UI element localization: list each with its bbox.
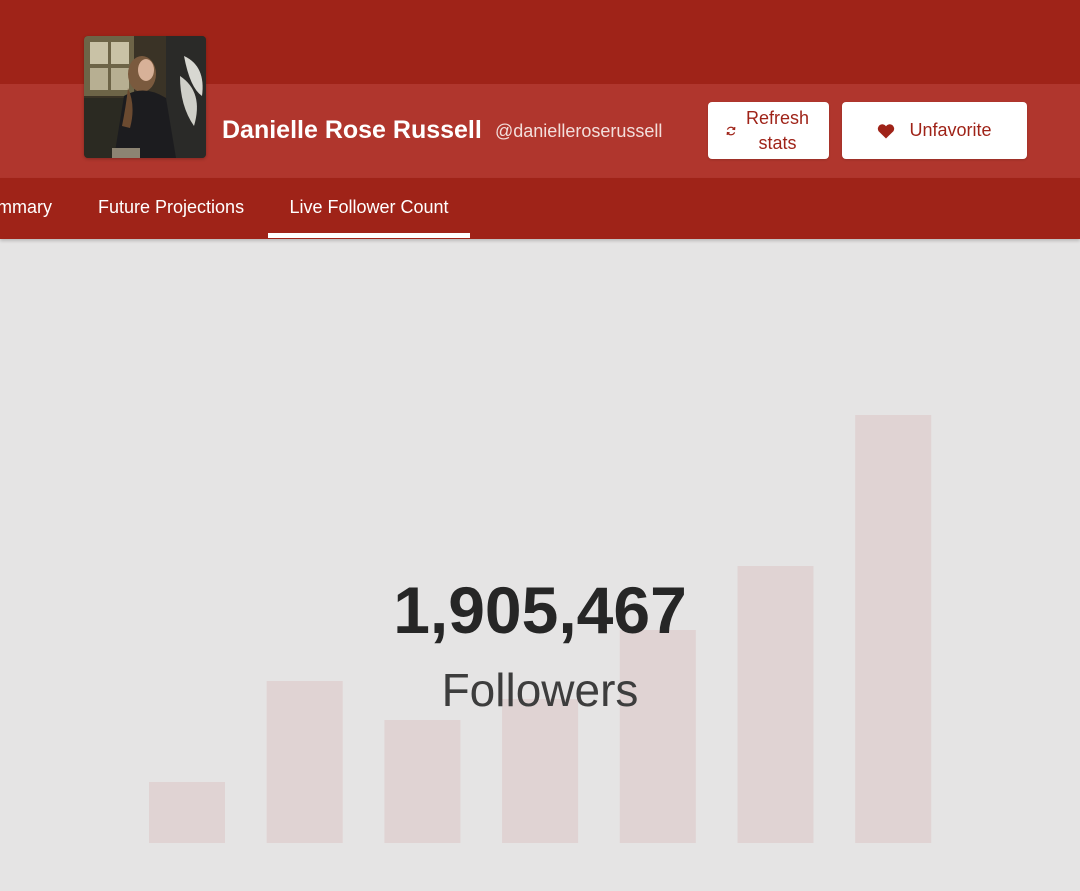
refresh-icon [726, 126, 735, 135]
follower-bars-chart [149, 415, 932, 843]
tab-summary[interactable]: Summary [0, 178, 52, 239]
chart-bar [502, 699, 579, 843]
chart-bar [384, 720, 461, 843]
unfavorite-label: Unfavorite [909, 120, 992, 140]
unfavorite-button[interactable]: Unfavorite [842, 102, 1027, 159]
followers-label: Followers [441, 664, 639, 716]
profile-handle: @danielleroserussell [495, 121, 663, 141]
tab-bar: Summary Future Projections Live Follower… [0, 178, 1080, 239]
tab-future-projections[interactable]: Future Projections [98, 178, 244, 239]
avatar [84, 36, 206, 158]
profile-name: Danielle Rose Russell [222, 116, 482, 144]
follower-count: 1,905,467 [393, 573, 687, 647]
refresh-stats-label: Refresh stats [745, 107, 810, 153]
tab-live-follower-count[interactable]: Live Follower Count [268, 178, 470, 239]
heart-icon [878, 123, 895, 138]
chart-bar [149, 782, 225, 843]
refresh-stats-button[interactable]: Refresh stats [708, 102, 829, 159]
active-tab-indicator [268, 233, 470, 238]
